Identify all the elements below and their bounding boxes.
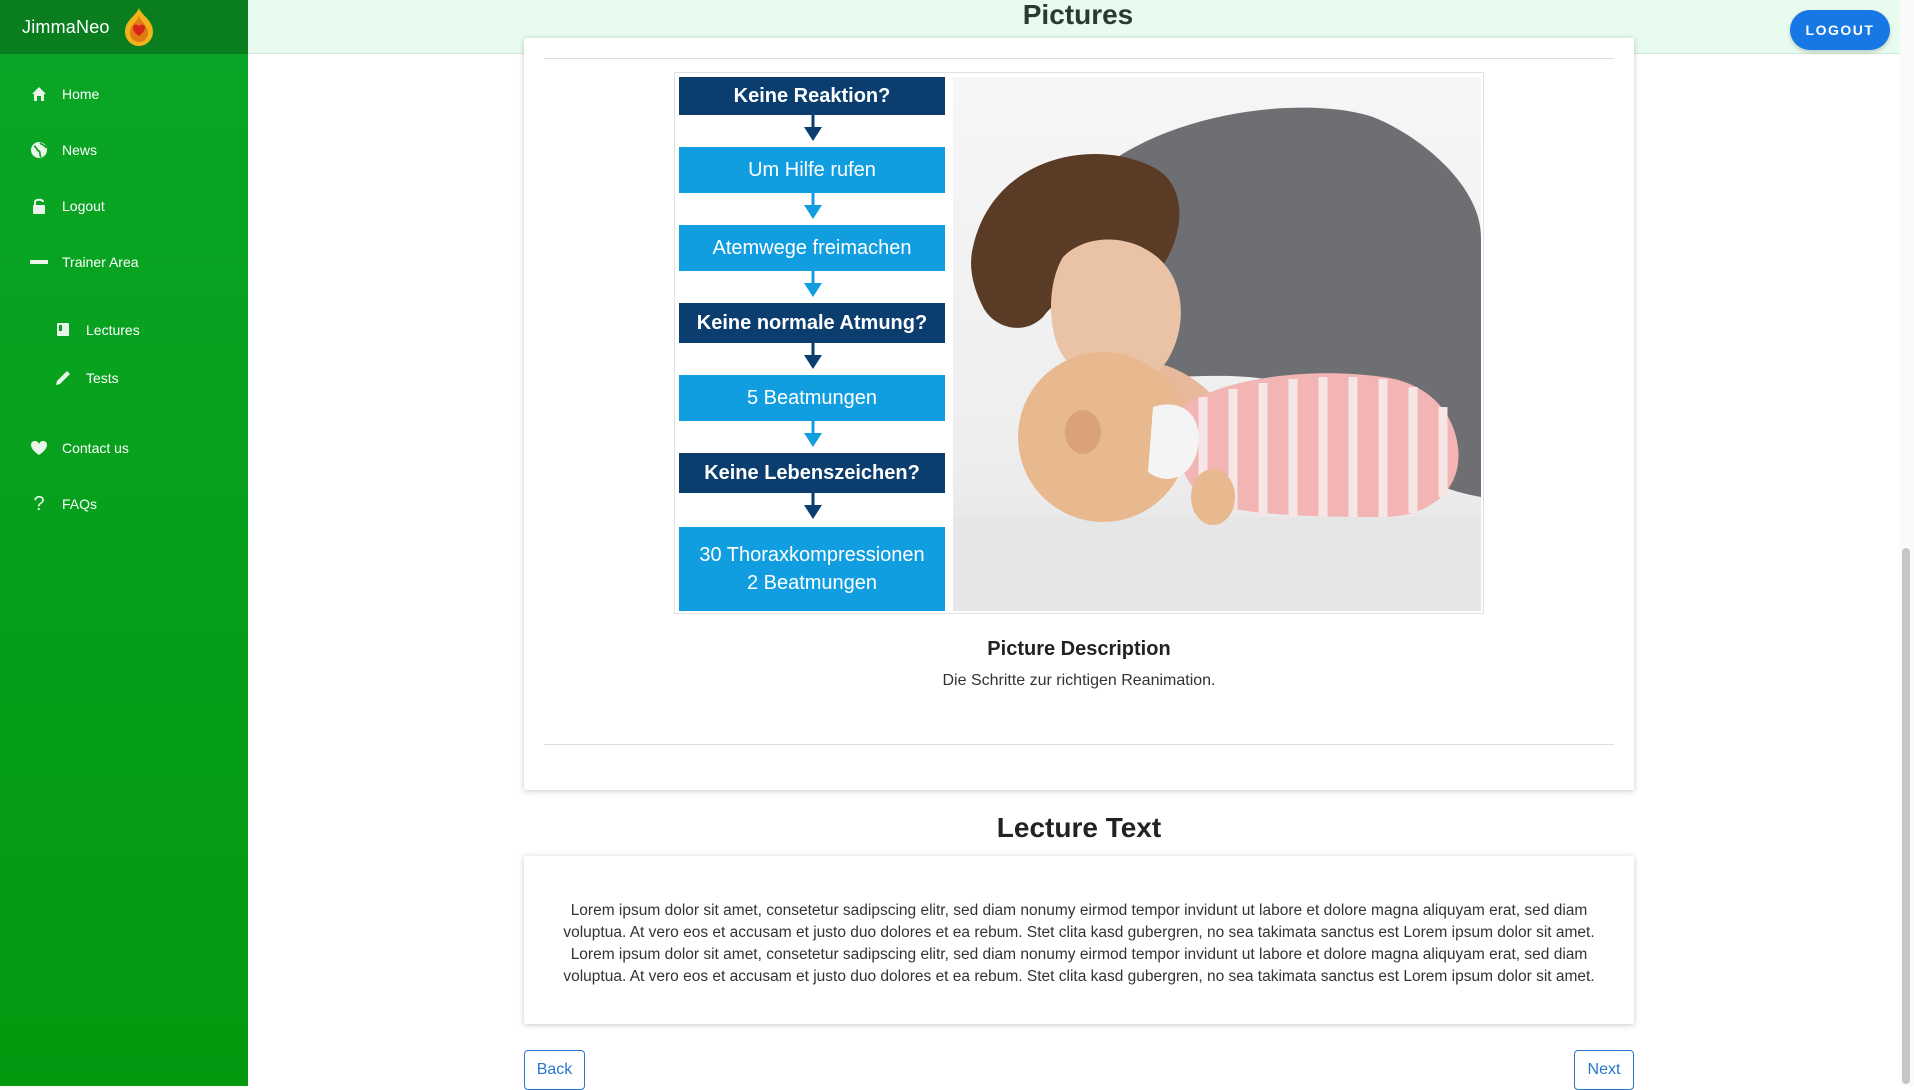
sidebar: JimmaNeo Home News Logout Trainer Area L… [0,0,248,1086]
sidebar-item-label: News [62,142,98,158]
question-icon: ? [33,492,45,515]
picture-description-text: Die Schritte zur richtigen Reanimation. [942,672,1216,689]
picture-description-title: Picture Description [987,638,1171,660]
brand-name: JimmaNeo [22,16,110,37]
sidebar-item-label: Trainer Area [62,254,139,270]
cpr-photo [953,77,1481,611]
flow-step: 5 Beatmungen [679,375,945,421]
flow-step: Atemwege freimachen [679,225,945,271]
arrow-down-icon [804,271,822,297]
globe-icon [28,139,50,161]
pictures-card: Keine Reaktion? Um Hilfe rufen Atemwege … [524,38,1634,790]
arrow-down-icon [804,493,822,519]
arrow-down-icon [804,421,822,447]
sidebar-item-faqs[interactable]: ? FAQs [0,476,248,532]
minus-icon [28,251,50,273]
heart-icon [28,437,50,459]
lock-icon [28,195,50,217]
flow-diagram: Keine Reaktion? Um Hilfe rufen Atemwege … [679,77,947,611]
sidebar-spacer [0,290,248,306]
sidebar-item-logout[interactable]: Logout [0,178,248,234]
sidebar-item-contact[interactable]: Contact us [0,420,248,476]
page-title: Pictures [1022,0,1134,30]
sidebar-item-label: Tests [86,370,119,386]
flow-step: Keine Lebenszeichen? [679,453,945,493]
cpr-illustration [953,107,1481,611]
sidebar-nav: Home News Logout Trainer Area Lectures T… [0,66,248,532]
logout-button[interactable]: LOGOUT [1790,10,1890,50]
lecture-text-card: Lorem ipsum dolor sit amet, consetetur s… [524,856,1634,1024]
sidebar-item-trainer-area[interactable]: Trainer Area [0,234,248,290]
logo-icon [124,8,153,46]
scrollbar-thumb[interactable] [1902,548,1910,1084]
sidebar-item-lectures[interactable]: Lectures [0,306,248,354]
lecture-text-title: Lecture Text [996,812,1162,843]
sidebar-spacer [0,402,248,420]
flow-step: 30 Thoraxkompressionen 2 Beatmungen [679,527,945,611]
sidebar-item-news[interactable]: News [0,122,248,178]
sidebar-item-label: Contact us [62,440,129,456]
pencil-icon [52,367,74,389]
lecture-picture: Keine Reaktion? Um Hilfe rufen Atemwege … [674,72,1484,614]
flow-step: Keine Reaktion? [679,77,945,115]
arrow-down-icon [804,115,822,141]
divider [544,744,1614,745]
sidebar-item-tests[interactable]: Tests [0,354,248,402]
sidebar-item-label: FAQs [62,496,98,512]
brand-bar[interactable]: JimmaNeo [0,0,248,54]
book-icon [52,319,74,341]
next-button[interactable]: Next [1574,1050,1634,1090]
sidebar-item-label: Logout [62,198,105,214]
sidebar-item-label: Home [62,86,100,102]
flow-step: Keine normale Atmung? [679,303,945,343]
lecture-body: Lorem ipsum dolor sit amet, consetetur s… [563,902,1595,985]
arrow-down-icon [804,343,822,369]
back-button[interactable]: Back [524,1050,585,1090]
sidebar-item-home[interactable]: Home [0,66,248,122]
sidebar-item-label: Lectures [86,322,140,338]
divider [544,58,1614,59]
flow-step: Um Hilfe rufen [679,147,945,193]
home-icon [28,83,50,105]
arrow-down-icon [804,193,822,219]
